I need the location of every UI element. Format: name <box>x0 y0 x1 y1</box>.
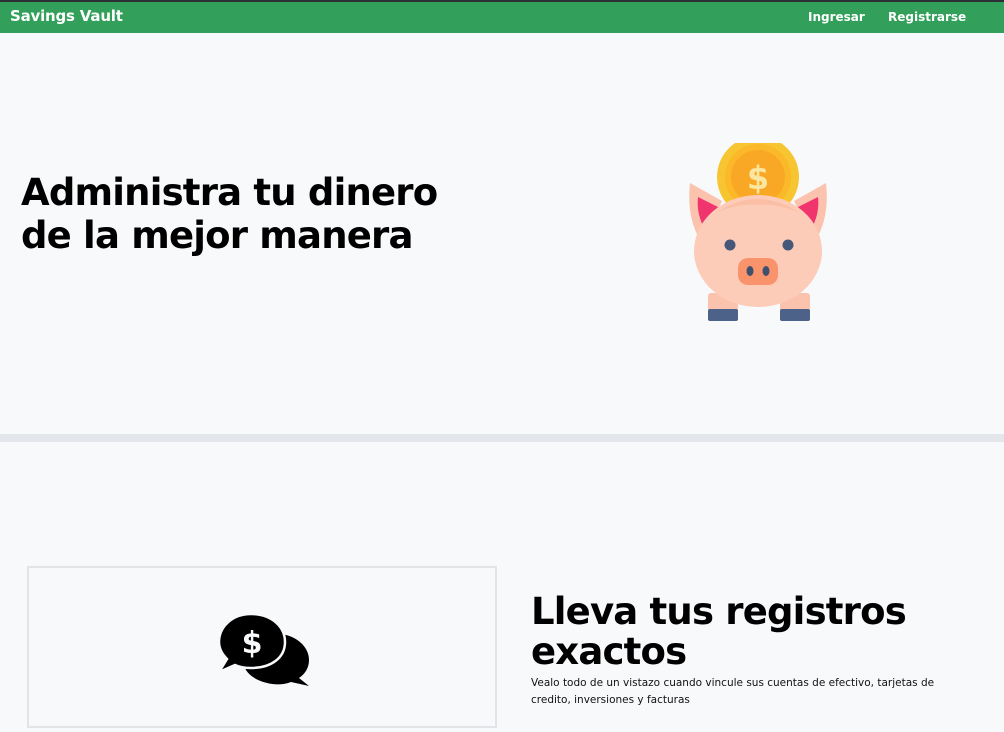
feature-icon-card: $ <box>27 566 497 728</box>
svg-text:$: $ <box>747 159 769 197</box>
piggy-bank-icon: $ <box>689 143 827 321</box>
chat-money-icon: $ <box>217 612 309 686</box>
hero-section: Administra tu dinero de la mejor manera … <box>0 33 1004 434</box>
register-link[interactable]: Registrarse <box>888 10 966 24</box>
section-divider <box>0 434 1004 442</box>
feature-description: Vealo todo de un vistazo cuando vincule … <box>531 677 935 706</box>
features-section: $ Lleva tus registros exactos Vealo todo… <box>0 442 1004 732</box>
brand-logo[interactable]: Savings Vault <box>10 7 123 25</box>
hero-title: Administra tu dinero de la mejor manera <box>21 171 438 257</box>
top-navbar: Savings Vault Ingresar Registrarse <box>0 0 1004 33</box>
login-link[interactable]: Ingresar <box>808 10 865 24</box>
svg-text:$: $ <box>242 626 263 661</box>
feature-title: Lleva tus registros exactos <box>531 590 907 673</box>
